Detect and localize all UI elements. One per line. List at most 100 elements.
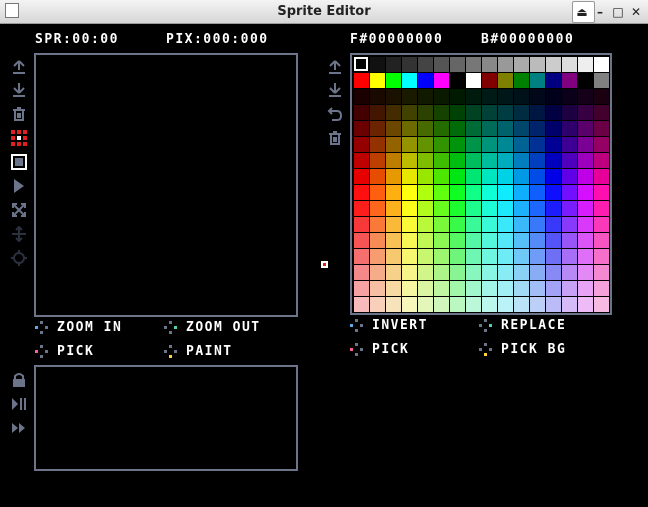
palette-swatch[interactable] — [562, 281, 577, 296]
palette-swatch[interactable] — [530, 57, 545, 72]
color-palette[interactable] — [350, 53, 612, 315]
palette-swatch[interactable] — [594, 73, 609, 88]
palette-swatch[interactable] — [386, 121, 401, 136]
palette-swatch[interactable] — [466, 217, 481, 232]
palette-swatch[interactable] — [402, 153, 417, 168]
palette-swatch[interactable] — [418, 169, 433, 184]
palette-swatch[interactable] — [402, 201, 417, 216]
palette-swatch[interactable] — [514, 297, 529, 312]
palette-swatch[interactable] — [418, 137, 433, 152]
palette-swatch[interactable] — [514, 217, 529, 232]
palette-swatch[interactable] — [354, 281, 369, 296]
palette-swatch[interactable] — [402, 121, 417, 136]
palette-swatch[interactable] — [466, 297, 481, 312]
palette-swatch[interactable] — [514, 201, 529, 216]
palette-swatch[interactable] — [562, 265, 577, 280]
palette-swatch[interactable] — [546, 105, 561, 120]
palette-swatch[interactable] — [370, 169, 385, 184]
palette-swatch[interactable] — [546, 201, 561, 216]
palette-swatch[interactable] — [370, 121, 385, 136]
download-icon[interactable] — [11, 82, 27, 98]
palette-swatch[interactable] — [418, 233, 433, 248]
palette-swatch[interactable] — [466, 89, 481, 104]
palette-swatch[interactable] — [354, 121, 369, 136]
palette-swatch[interactable] — [578, 89, 593, 104]
palette-swatch[interactable] — [530, 217, 545, 232]
palette-swatch[interactable] — [450, 153, 465, 168]
palette-swatch[interactable] — [466, 265, 481, 280]
palette-swatch[interactable] — [386, 185, 401, 200]
palette-swatch[interactable] — [354, 265, 369, 280]
palette-swatch[interactable] — [402, 185, 417, 200]
palette-swatch[interactable] — [514, 249, 529, 264]
palette-swatch[interactable] — [578, 265, 593, 280]
palette-swatch[interactable] — [466, 153, 481, 168]
palette-swatch[interactable] — [498, 297, 513, 312]
palette-swatch[interactable] — [434, 201, 449, 216]
palette-swatch[interactable] — [514, 281, 529, 296]
palette-swatch[interactable] — [434, 121, 449, 136]
palette-swatch[interactable] — [418, 249, 433, 264]
palette-swatch[interactable] — [418, 57, 433, 72]
palette-swatch[interactable] — [418, 89, 433, 104]
palette-swatch[interactable] — [354, 233, 369, 248]
palette-swatch[interactable] — [354, 169, 369, 184]
palette-download-icon[interactable] — [327, 82, 343, 98]
palette-swatch[interactable] — [546, 153, 561, 168]
upload-icon[interactable] — [11, 59, 27, 75]
shuffle-icon[interactable] — [11, 202, 27, 218]
palette-swatch[interactable] — [370, 233, 385, 248]
palette-swatch[interactable] — [562, 169, 577, 184]
palette-swatch[interactable] — [354, 89, 369, 104]
palette-swatch[interactable] — [530, 265, 545, 280]
palette-swatch[interactable] — [466, 201, 481, 216]
palette-swatch[interactable] — [450, 249, 465, 264]
palette-swatch[interactable] — [354, 217, 369, 232]
palette-swatch[interactable] — [514, 105, 529, 120]
palette-swatch[interactable] — [562, 249, 577, 264]
palette-swatch[interactable] — [370, 57, 385, 72]
palette-swatch[interactable] — [562, 89, 577, 104]
play-icon[interactable] — [11, 178, 27, 194]
palette-swatch[interactable] — [530, 89, 545, 104]
palette-swatch[interactable] — [546, 121, 561, 136]
palette-swatch[interactable] — [386, 73, 401, 88]
palette-swatch[interactable] — [514, 169, 529, 184]
palette-swatch[interactable] — [514, 153, 529, 168]
palette-swatch[interactable] — [594, 185, 609, 200]
palette-swatch[interactable] — [530, 137, 545, 152]
sprite-canvas[interactable] — [34, 53, 298, 317]
animation-panel[interactable] — [34, 365, 298, 471]
palette-swatch[interactable] — [354, 249, 369, 264]
palette-swatch[interactable] — [450, 105, 465, 120]
palette-swatch[interactable] — [498, 281, 513, 296]
palette-swatch[interactable] — [594, 217, 609, 232]
palette-swatch[interactable] — [482, 201, 497, 216]
palette-swatch[interactable] — [530, 121, 545, 136]
palette-swatch[interactable] — [546, 217, 561, 232]
palette-swatch[interactable] — [546, 249, 561, 264]
palette-swatch[interactable] — [498, 201, 513, 216]
palette-swatch[interactable] — [434, 169, 449, 184]
palette-swatch[interactable] — [386, 105, 401, 120]
palette-swatch[interactable] — [498, 121, 513, 136]
palette-swatch[interactable] — [402, 169, 417, 184]
palette-swatch[interactable] — [418, 297, 433, 312]
palette-swatch[interactable] — [434, 233, 449, 248]
palette-swatch[interactable] — [546, 57, 561, 72]
palette-swatch[interactable] — [562, 217, 577, 232]
palette-swatch[interactable] — [402, 137, 417, 152]
palette-swatch[interactable] — [370, 297, 385, 312]
palette-swatch[interactable] — [386, 137, 401, 152]
minimize-icon[interactable]: – — [592, 4, 608, 20]
square-icon[interactable] — [11, 154, 27, 170]
palette-swatch[interactable] — [450, 217, 465, 232]
palette-swatch[interactable] — [498, 137, 513, 152]
palette-swatch[interactable] — [402, 217, 417, 232]
palette-swatch[interactable] — [434, 105, 449, 120]
palette-swatch[interactable] — [434, 281, 449, 296]
palette-swatch[interactable] — [466, 249, 481, 264]
palette-swatch[interactable] — [498, 105, 513, 120]
palette-swatch[interactable] — [498, 249, 513, 264]
palette-swatch[interactable] — [354, 297, 369, 312]
